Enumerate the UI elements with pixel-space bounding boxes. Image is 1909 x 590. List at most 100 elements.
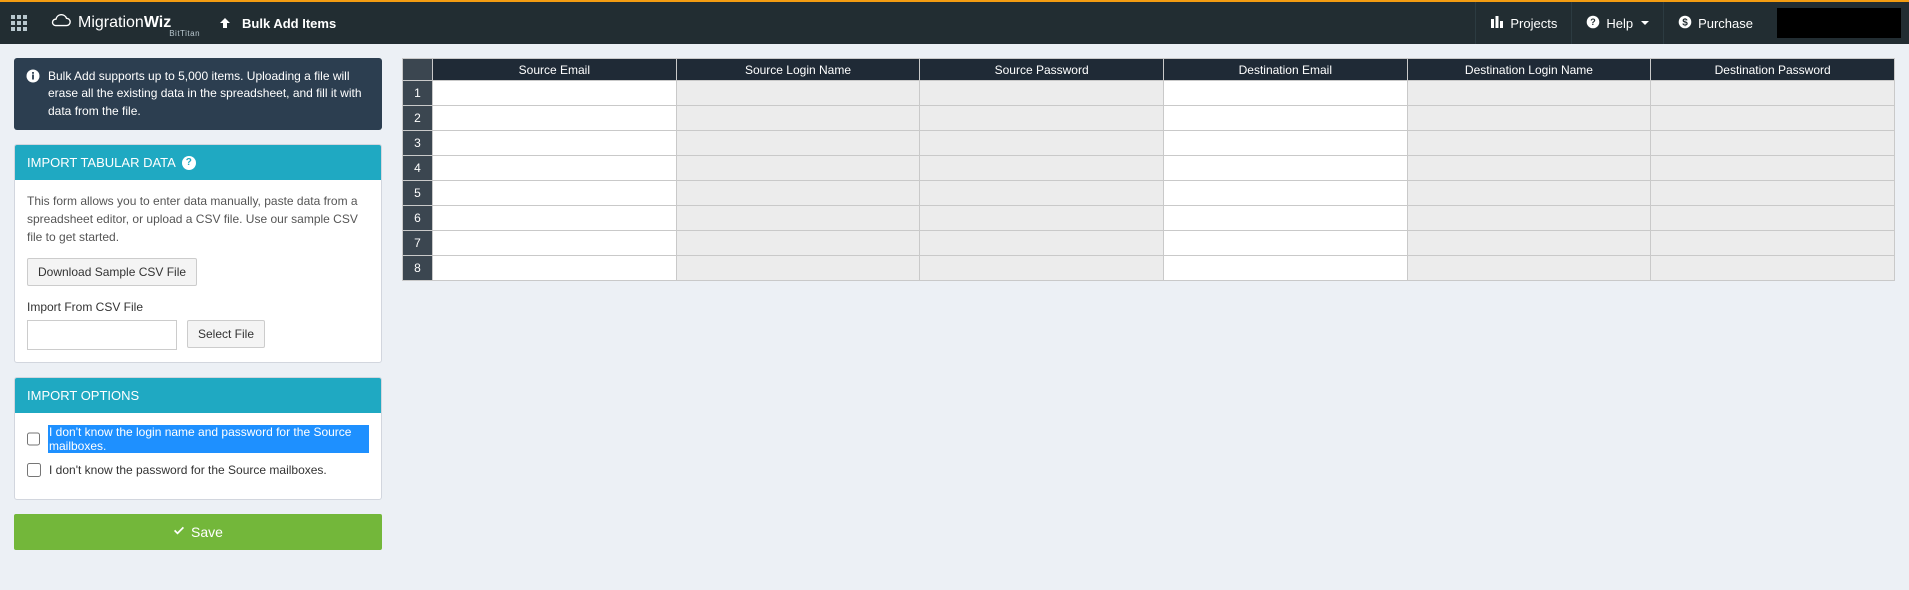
download-sample-button[interactable]: Download Sample CSV File <box>27 258 197 286</box>
grid-cell[interactable] <box>433 256 677 281</box>
grid-cell[interactable] <box>433 181 677 206</box>
grid-cell[interactable] <box>1163 256 1407 281</box>
import-file-input[interactable] <box>27 320 177 350</box>
grid-cell[interactable] <box>1407 156 1651 181</box>
import-help-icon[interactable]: ? <box>182 156 196 170</box>
option-unknown-pass[interactable]: I don't know the password for the Source… <box>27 463 369 477</box>
grid-cell[interactable] <box>1651 231 1895 256</box>
grid-cell[interactable] <box>1407 81 1651 106</box>
grid-cell[interactable] <box>1407 181 1651 206</box>
grid-table: Source EmailSource Login NameSource Pass… <box>402 58 1895 281</box>
grid-cell[interactable] <box>920 81 1164 106</box>
grid-cell[interactable] <box>920 131 1164 156</box>
grid-cell[interactable] <box>920 106 1164 131</box>
grid-cell[interactable] <box>1407 131 1651 156</box>
grid-cell[interactable] <box>1163 106 1407 131</box>
grid-row-header[interactable]: 5 <box>403 181 433 206</box>
purchase-icon: $ <box>1678 15 1692 32</box>
import-tabular-panel: IMPORT TABULAR DATA ? This form allows y… <box>14 144 382 363</box>
grid-cell[interactable] <box>1407 106 1651 131</box>
grid-cell[interactable] <box>1163 181 1407 206</box>
save-button[interactable]: Save <box>14 514 382 550</box>
grid-cell[interactable] <box>1163 81 1407 106</box>
account-box[interactable] <box>1777 8 1901 38</box>
nav-purchase[interactable]: $ Purchase <box>1663 2 1767 44</box>
grid-row-header[interactable]: 8 <box>403 256 433 281</box>
grid-cell[interactable] <box>433 231 677 256</box>
grid-cell[interactable] <box>1651 106 1895 131</box>
grid-cell[interactable] <box>1651 206 1895 231</box>
grid-cell[interactable] <box>920 206 1164 231</box>
grid-cell[interactable] <box>433 131 677 156</box>
grid-cell[interactable] <box>1163 206 1407 231</box>
grid-cell[interactable] <box>1407 256 1651 281</box>
option-unknown-pass-checkbox[interactable] <box>27 463 41 477</box>
brand[interactable]: MigrationWiz BitTitan <box>38 13 214 34</box>
info-banner: Bulk Add supports up to 5,000 items. Upl… <box>14 58 382 130</box>
grid-col-header[interactable]: Source Password <box>920 59 1164 81</box>
import-desc: This form allows you to enter data manua… <box>27 192 369 246</box>
grid-cell[interactable] <box>676 231 920 256</box>
grid-row-header[interactable]: 1 <box>403 81 433 106</box>
grid-cell[interactable] <box>1163 156 1407 181</box>
import-file-label: Import From CSV File <box>27 300 369 314</box>
projects-icon <box>1490 15 1504 32</box>
grid-col-header[interactable]: Source Login Name <box>676 59 920 81</box>
grid-cell[interactable] <box>920 231 1164 256</box>
grid-cell[interactable] <box>1651 156 1895 181</box>
select-file-button[interactable]: Select File <box>187 320 265 348</box>
grid-cell[interactable] <box>676 156 920 181</box>
table-row: 3 <box>403 131 1895 156</box>
grid-cell[interactable] <box>676 131 920 156</box>
grid-col-header[interactable]: Destination Login Name <box>1407 59 1651 81</box>
grid-header-row: Source EmailSource Login NameSource Pass… <box>403 59 1895 81</box>
grid-cell[interactable] <box>676 256 920 281</box>
grid-cell[interactable] <box>676 206 920 231</box>
info-banner-text: Bulk Add supports up to 5,000 items. Upl… <box>48 68 370 120</box>
grid-cell[interactable] <box>1651 81 1895 106</box>
grid-cell[interactable] <box>676 81 920 106</box>
grid-col-header[interactable]: Destination Password <box>1651 59 1895 81</box>
grid-cell[interactable] <box>433 81 677 106</box>
help-icon: ? <box>1586 15 1600 32</box>
content: Bulk Add supports up to 5,000 items. Upl… <box>0 44 1909 564</box>
grid-col-header[interactable]: Destination Email <box>1163 59 1407 81</box>
grid-cell[interactable] <box>433 106 677 131</box>
grid-cell[interactable] <box>1163 231 1407 256</box>
apps-grid-icon[interactable] <box>0 2 38 44</box>
breadcrumb-up-icon[interactable] <box>214 12 236 34</box>
nav-help[interactable]: ? Help <box>1571 2 1663 44</box>
grid-cell[interactable] <box>920 181 1164 206</box>
grid-col-header[interactable]: Source Email <box>433 59 677 81</box>
table-row: 6 <box>403 206 1895 231</box>
table-row: 1 <box>403 81 1895 106</box>
grid-cell[interactable] <box>676 106 920 131</box>
svg-text:$: $ <box>1682 17 1688 28</box>
option-unknown-login-pass-checkbox[interactable] <box>27 432 40 446</box>
brand-title: MigrationWiz <box>78 14 171 32</box>
grid-row-header[interactable]: 2 <box>403 106 433 131</box>
option-unknown-pass-label: I don't know the password for the Source… <box>49 463 327 477</box>
brand-subtitle: BitTitan <box>169 29 200 38</box>
grid-cell[interactable] <box>1163 131 1407 156</box>
nav-projects-label: Projects <box>1510 16 1557 31</box>
option-unknown-login-pass[interactable]: I don't know the login name and password… <box>27 425 369 453</box>
grid-row-header[interactable]: 6 <box>403 206 433 231</box>
grid-cell[interactable] <box>1407 206 1651 231</box>
grid-cell[interactable] <box>676 181 920 206</box>
grid-cell[interactable] <box>1407 231 1651 256</box>
grid-row-header[interactable]: 4 <box>403 156 433 181</box>
grid-row-header[interactable]: 7 <box>403 231 433 256</box>
grid-cell[interactable] <box>1651 256 1895 281</box>
import-tabular-header: IMPORT TABULAR DATA ? <box>15 145 381 180</box>
grid-cell[interactable] <box>433 206 677 231</box>
grid-cell[interactable] <box>433 156 677 181</box>
grid-cell[interactable] <box>920 156 1164 181</box>
import-options-panel: IMPORT OPTIONS I don't know the login na… <box>14 377 382 500</box>
grid-cell[interactable] <box>1651 131 1895 156</box>
grid-cell[interactable] <box>1651 181 1895 206</box>
table-row: 5 <box>403 181 1895 206</box>
grid-row-header[interactable]: 3 <box>403 131 433 156</box>
nav-projects[interactable]: Projects <box>1475 2 1571 44</box>
grid-cell[interactable] <box>920 256 1164 281</box>
